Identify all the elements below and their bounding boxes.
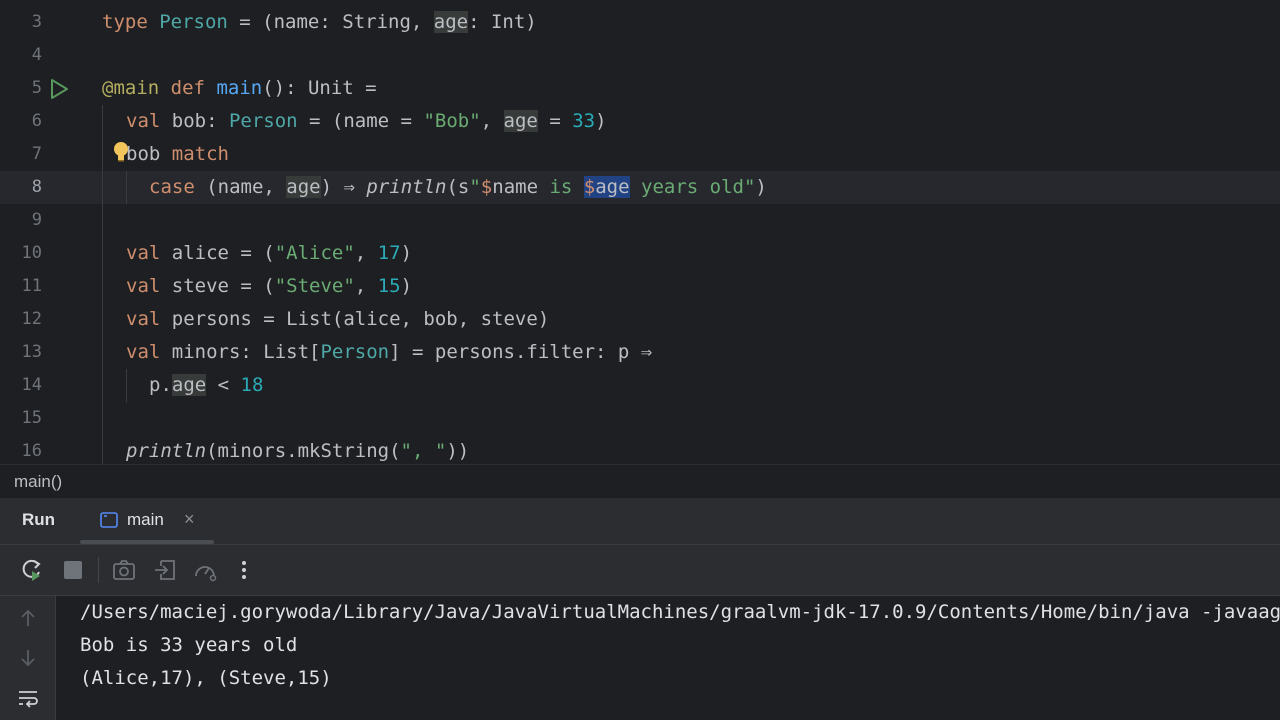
code-line[interactable]: 13 val minors: List[Person] = persons.fi…: [0, 336, 1280, 369]
profiler-icon[interactable]: [193, 558, 217, 582]
code-line[interactable]: 11 val steve = ("Steve", 15): [0, 270, 1280, 303]
line-number: 4: [31, 45, 42, 65]
tab-main[interactable]: main ×: [80, 498, 214, 544]
code-line[interactable]: 3 type Person = (name: String, age: Int): [0, 6, 1280, 39]
arrow-up-icon[interactable]: [16, 606, 40, 630]
code-text[interactable]: println(minors.mkString(", ")): [126, 435, 469, 464]
code-text[interactable]: val steve = ("Steve", 15): [126, 270, 412, 303]
code-line[interactable]: 12 val persons = List(alice, bob, steve): [0, 303, 1280, 336]
code-line[interactable]: 10 val alice = ("Alice", 17): [0, 237, 1280, 270]
arrow-down-icon[interactable]: [16, 646, 40, 670]
line-number: 16: [21, 441, 42, 461]
console-side-toolbar: [0, 596, 56, 720]
code-line[interactable]: 7 bob match: [0, 138, 1280, 171]
code-text[interactable]: p.age < 18: [149, 369, 263, 402]
code-text[interactable]: val alice = ("Alice", 17): [126, 237, 412, 270]
rerun-icon[interactable]: [20, 558, 44, 582]
code-text[interactable]: val minors: List[Person] = persons.filte…: [126, 336, 652, 369]
run-gutter-icon[interactable]: [48, 78, 70, 100]
code-text[interactable]: @main def main(): Unit =: [102, 72, 377, 105]
close-icon[interactable]: ×: [184, 509, 195, 530]
breadcrumb-item[interactable]: main(): [14, 472, 62, 492]
console-line: /Users/maciej.gorywoda/Library/Java/Java…: [80, 601, 1280, 623]
toolbar-separator: [98, 557, 99, 583]
line-number: 8: [31, 177, 42, 197]
code-line[interactable]: 4: [0, 39, 1280, 72]
line-number: 9: [31, 210, 42, 230]
run-panel-title: Run: [22, 510, 56, 529]
code-text[interactable]: type Person = (name: String, age: Int): [102, 6, 537, 39]
code-line[interactable]: 6 val bob: Person = (name = "Bob", age =…: [0, 105, 1280, 138]
code-text[interactable]: case (name, age) ⇒ println(s"$name is $a…: [149, 171, 767, 204]
code-text[interactable]: val bob: Person = (name = "Bob", age = 3…: [126, 105, 607, 138]
line-number: 7: [31, 144, 42, 164]
line-number: 10: [21, 243, 42, 263]
line-number: 13: [21, 342, 42, 362]
indent-guide: [126, 369, 127, 402]
restore-layout-icon[interactable]: [153, 558, 177, 582]
code-line[interactable]: 5 @main def main(): Unit =: [0, 72, 1280, 105]
line-number: 14: [21, 375, 42, 395]
indent-guide: [102, 105, 103, 464]
breadcrumb[interactable]: main(): [0, 464, 1280, 499]
application-icon: [100, 512, 118, 528]
run-toolbar: [0, 545, 1280, 596]
camera-icon[interactable]: [112, 558, 136, 582]
more-icon[interactable]: [232, 558, 256, 582]
run-toolwindow-header: Run main ×: [0, 498, 1280, 545]
lightbulb-icon[interactable]: [112, 141, 130, 163]
code-line[interactable]: 16 println(minors.mkString(", ")): [0, 435, 1280, 464]
code-line[interactable]: 15: [0, 402, 1280, 435]
code-editor[interactable]: 3 type Person = (name: String, age: Int)…: [0, 0, 1280, 464]
console-line: (Alice,17), (Steve,15): [80, 667, 332, 689]
line-number: 6: [31, 111, 42, 131]
code-text[interactable]: val persons = List(alice, bob, steve): [126, 303, 549, 336]
code-text[interactable]: bob match: [126, 138, 229, 171]
line-number: 12: [21, 309, 42, 329]
code-line[interactable]: 9: [0, 204, 1280, 237]
line-number: 15: [21, 408, 42, 428]
tab-label: main: [127, 510, 164, 529]
soft-wrap-icon[interactable]: [16, 686, 40, 710]
console-line: Bob is 33 years old: [80, 634, 298, 656]
code-line-current[interactable]: 8 case (name, age) ⇒ println(s"$name is …: [0, 171, 1280, 204]
console-output[interactable]: /Users/maciej.gorywoda/Library/Java/Java…: [56, 596, 1280, 720]
line-number: 11: [21, 276, 42, 296]
indent-guide: [126, 171, 127, 204]
stop-icon[interactable]: [61, 558, 85, 582]
tab-selected-indicator: [80, 540, 214, 544]
line-number: 5: [31, 78, 42, 98]
line-number: 3: [31, 12, 42, 32]
code-line[interactable]: 14 p.age < 18: [0, 369, 1280, 402]
